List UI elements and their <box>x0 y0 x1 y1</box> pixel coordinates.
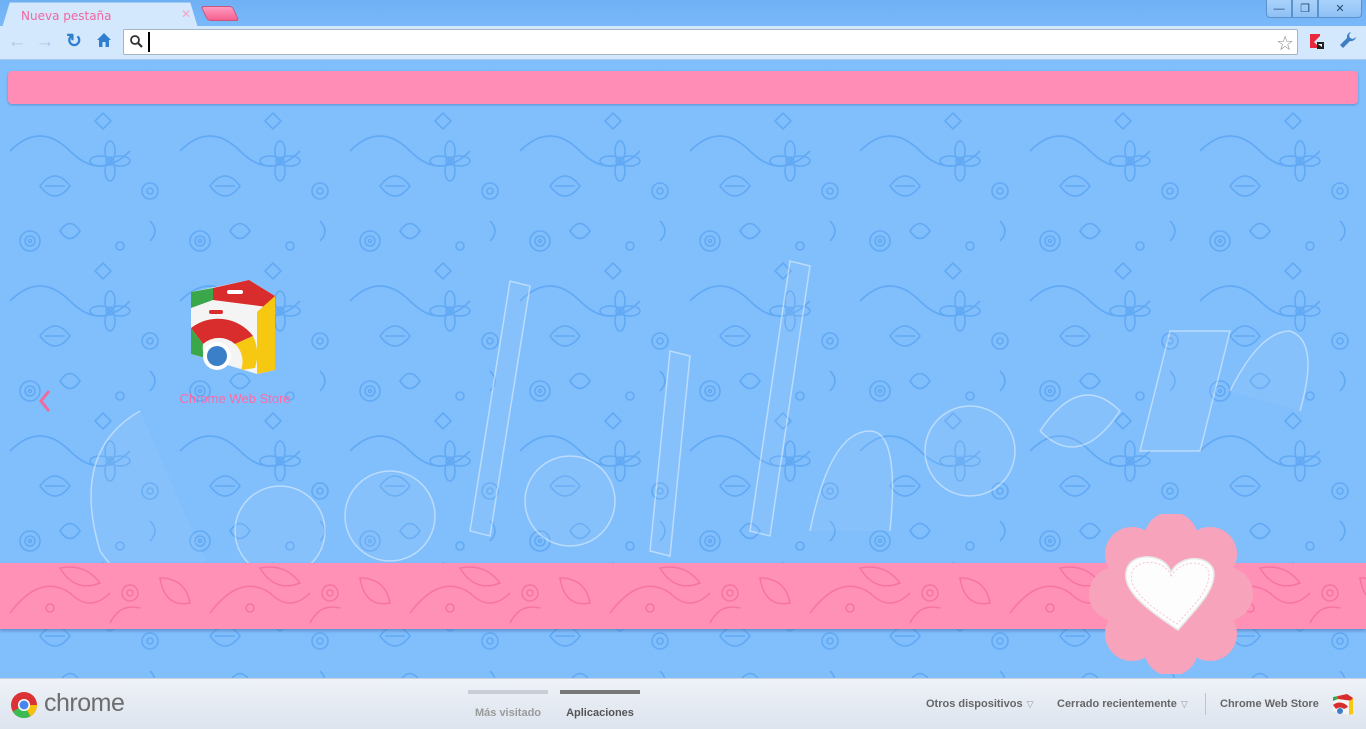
reload-button[interactable]: ↻ <box>63 31 85 53</box>
restore-button[interactable]: ❐ <box>1292 0 1318 18</box>
tab-close-icon[interactable]: ✕ <box>181 7 191 21</box>
chrome-logo-icon <box>11 692 38 719</box>
wrench-menu-icon[interactable] <box>1338 30 1358 50</box>
home-icon <box>97 33 111 47</box>
other-devices-label: Otros dispositivos <box>926 698 1023 710</box>
close-window-button[interactable]: ✕ <box>1318 0 1362 18</box>
tab-label: Más visitado <box>474 707 542 719</box>
browser-toolbar: ← → ↻ ☆ <box>0 26 1366 60</box>
tab-nueva-pestana[interactable]: Nueva pestaña ✕ <box>2 2 198 28</box>
recently-closed-label: Cerrado recientemente <box>1057 698 1177 710</box>
tab-label: Aplicaciones <box>566 707 634 719</box>
ntp-footer: chrome Más visitado Aplicaciones Otros d… <box>0 678 1366 729</box>
tab-mas-visitado[interactable]: Más visitado <box>468 690 548 721</box>
web-store-mini-icon[interactable] <box>1332 693 1354 715</box>
minimize-button[interactable]: — <box>1266 0 1292 18</box>
title-bar: Nueva pestaña ✕ — ❐ ✕ <box>0 0 1366 28</box>
home-button[interactable] <box>93 31 115 53</box>
tab-title: Nueva pestaña <box>21 9 112 23</box>
heart-flower-badge <box>1089 514 1253 674</box>
tab-aplicaciones[interactable]: Aplicaciones <box>560 690 640 721</box>
app-tile-chrome-web-store[interactable]: Chrome Web Store <box>170 276 300 411</box>
other-devices-menu[interactable]: Otros dispositivos ▽ <box>926 698 1034 710</box>
top-pink-bar <box>8 71 1358 104</box>
chrome-wordmark: chrome <box>44 689 125 717</box>
page-switcher-left-arrow-icon[interactable] <box>38 389 52 413</box>
search-icon <box>130 35 143 48</box>
new-tab-button[interactable] <box>200 6 240 21</box>
web-store-link[interactable]: Chrome Web Store <box>1220 698 1319 710</box>
footer-divider <box>1205 693 1206 715</box>
chevron-down-icon: ▽ <box>1026 699 1034 709</box>
bookmark-star-icon[interactable]: ☆ <box>1276 31 1294 56</box>
chrome-web-store-icon <box>191 280 275 374</box>
recently-closed-menu[interactable]: Cerrado recientemente ▽ <box>1057 698 1188 710</box>
forward-button[interactable]: → <box>34 31 56 53</box>
omnibox[interactable]: ☆ <box>123 29 1298 55</box>
back-button[interactable]: ← <box>6 31 28 53</box>
new-tab-page: Chrome Web Store <box>0 61 1366 678</box>
address-input[interactable] <box>148 32 1268 52</box>
tab-indicator <box>560 690 640 694</box>
app-label: Chrome Web Store <box>179 391 291 406</box>
kaspersky-extension-icon[interactable] <box>1308 32 1326 50</box>
window-controls: — ❐ ✕ <box>1266 0 1362 18</box>
tab-indicator <box>468 690 548 694</box>
chevron-down-icon: ▽ <box>1180 699 1188 709</box>
